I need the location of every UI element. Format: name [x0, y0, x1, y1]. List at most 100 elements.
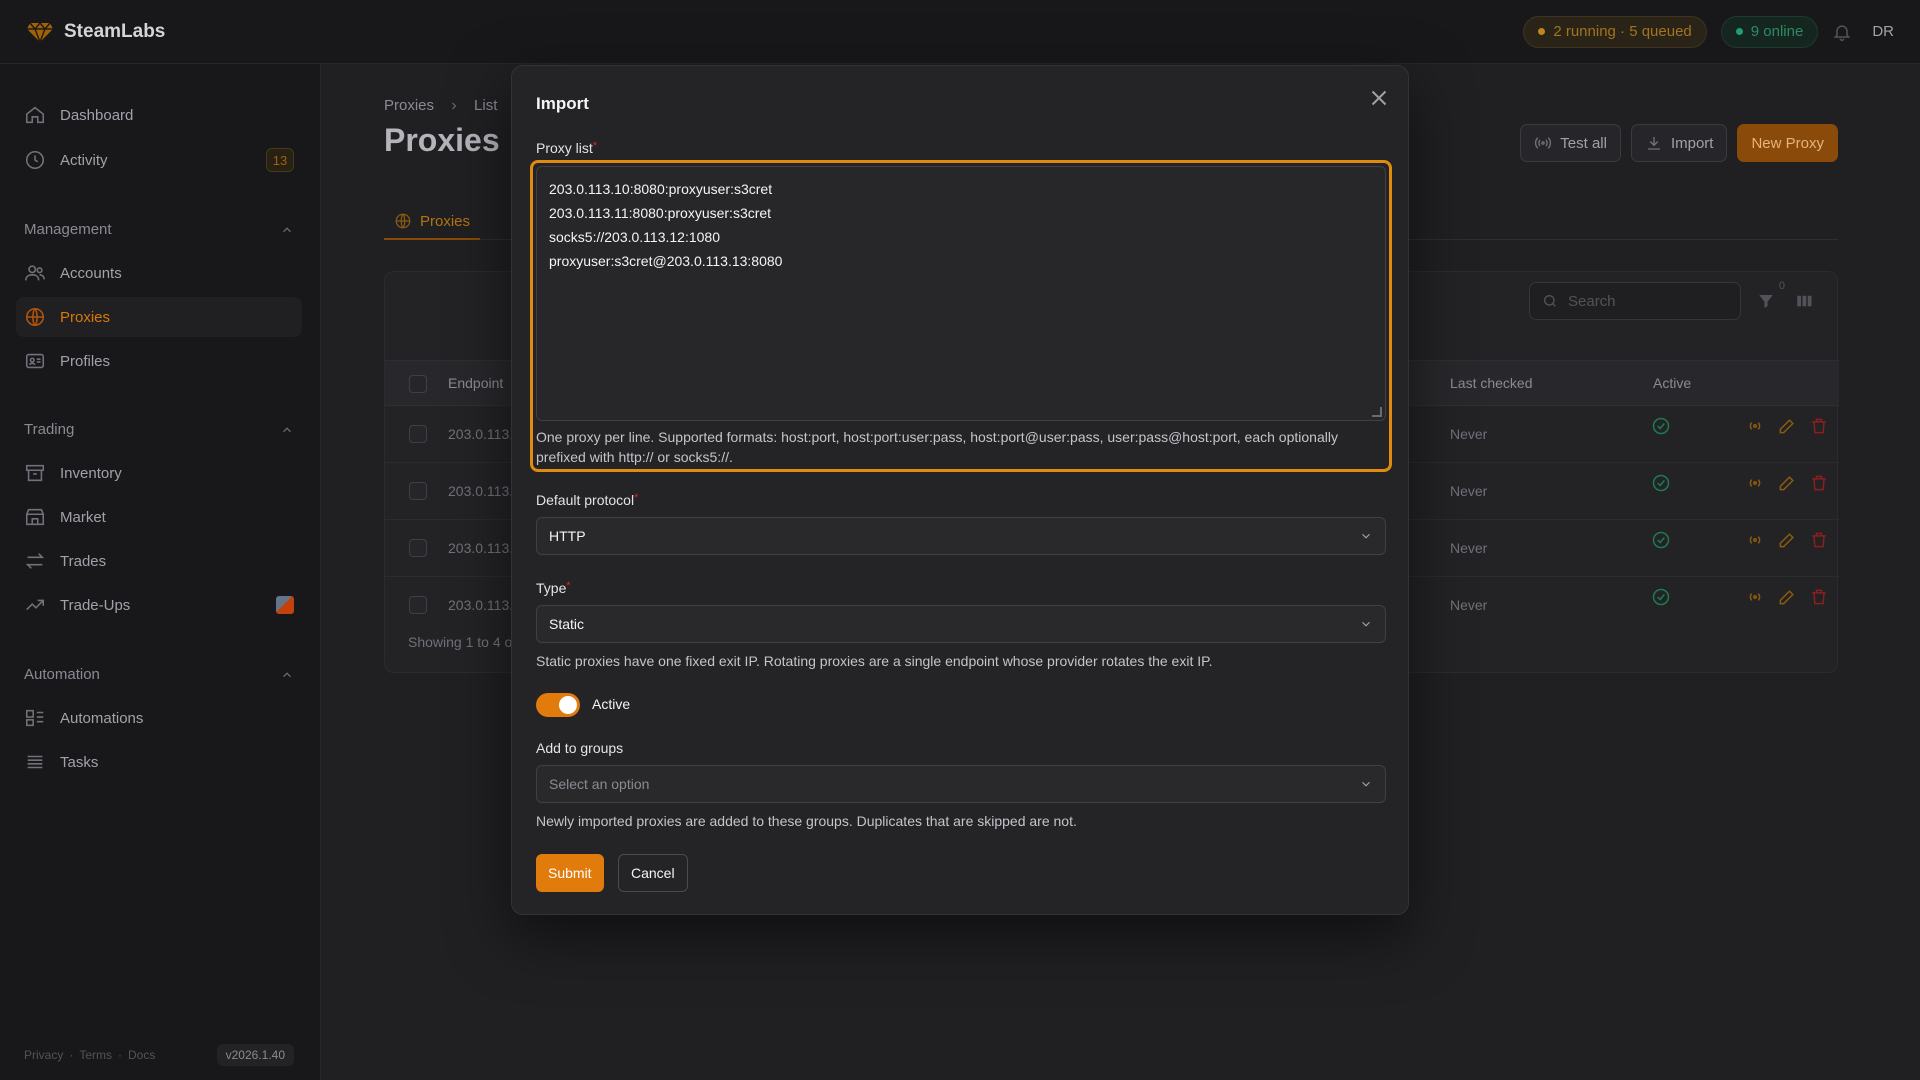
- import-button[interactable]: Import: [1630, 124, 1728, 162]
- sidebar-item-label: Proxies: [60, 308, 111, 326]
- sidebar-item-accounts[interactable]: Accounts: [16, 253, 302, 293]
- jobs-status-pill[interactable]: 2 running · 5 queued: [1523, 15, 1707, 48]
- sidebar-item-dashboard[interactable]: Dashboard: [16, 95, 302, 135]
- workflow-icon: [24, 707, 46, 729]
- edit-icon[interactable]: [1777, 416, 1797, 436]
- page-actions: Test all Import New Proxy: [1520, 124, 1838, 162]
- sidebar-item-profiles[interactable]: Profiles: [16, 341, 302, 381]
- users-icon: [24, 262, 46, 284]
- new-proxy-button[interactable]: New Proxy: [1737, 124, 1838, 162]
- test-all-button[interactable]: Test all: [1520, 124, 1621, 162]
- row-actions: [1745, 416, 1829, 436]
- cancel-button[interactable]: Cancel: [618, 854, 688, 892]
- row-last-checked: Never: [1450, 540, 1488, 556]
- proxy-list-textarea[interactable]: 203.0.113.10:8080:proxyuser:s3cret 203.0…: [536, 166, 1386, 421]
- active-check-icon: [1651, 587, 1671, 607]
- select-all-checkbox[interactable]: [409, 375, 427, 393]
- pagination-summary: Showing 1 to 4 o: [408, 634, 513, 650]
- edit-icon[interactable]: [1777, 473, 1797, 493]
- filter-icon[interactable]: [1757, 292, 1775, 310]
- row-checkbox[interactable]: [409, 539, 427, 557]
- sidebar-item-trades[interactable]: Trades: [16, 541, 302, 581]
- sidebar-item-automations[interactable]: Automations: [16, 698, 302, 738]
- active-check-icon: [1651, 530, 1671, 550]
- groups-label: Add to groups: [536, 740, 624, 756]
- protocol-value: HTTP: [549, 528, 586, 544]
- groups-placeholder: Select an option: [549, 776, 650, 792]
- privacy-link[interactable]: Privacy: [24, 1048, 63, 1062]
- tab-label: Proxies: [420, 212, 471, 230]
- clock-icon: [24, 149, 46, 171]
- proxy-line: 203.0.113.11:8080:proxyuser:s3cret: [549, 205, 772, 221]
- column-active: Active: [1653, 375, 1692, 391]
- import-modal: Import Proxy list* 203.0.113.10:8080:pro…: [511, 65, 1409, 915]
- row-checkbox[interactable]: [409, 482, 427, 500]
- page-title: Proxies: [384, 122, 500, 158]
- trash-icon[interactable]: [1809, 416, 1829, 436]
- active-toggle[interactable]: [536, 693, 580, 717]
- running-dot-icon: [1538, 28, 1546, 35]
- globe-icon: [24, 306, 46, 328]
- user-avatar[interactable]: DR: [1872, 23, 1894, 40]
- bell-icon[interactable]: [1832, 22, 1852, 42]
- breadcrumb-item[interactable]: Proxies: [384, 97, 434, 114]
- online-dot-icon: [1735, 28, 1743, 35]
- sidebar-item-trade-ups[interactable]: Trade-Ups: [16, 585, 302, 625]
- protocol-select[interactable]: HTTP: [536, 517, 1386, 555]
- active-check-icon: [1651, 416, 1671, 436]
- row-checkbox[interactable]: [409, 596, 427, 614]
- sidebar-item-label: Accounts: [60, 264, 122, 282]
- home-icon: [24, 104, 46, 126]
- brand[interactable]: SteamLabs: [26, 20, 165, 44]
- breadcrumb-item: List: [474, 97, 498, 114]
- terms-link[interactable]: Terms: [79, 1048, 112, 1062]
- type-value: Static: [549, 616, 585, 632]
- test-signal-icon[interactable]: [1745, 473, 1765, 493]
- trash-icon[interactable]: [1809, 530, 1829, 550]
- online-status-pill[interactable]: 9 online: [1720, 15, 1819, 48]
- proxy-line: proxyuser:s3cret@203.0.113.13:8080: [549, 253, 783, 269]
- required-asterisk: *: [566, 580, 571, 592]
- type-select[interactable]: Static: [536, 605, 1386, 643]
- trash-icon[interactable]: [1809, 587, 1829, 607]
- table-search[interactable]: Search: [1529, 282, 1741, 320]
- resize-handle[interactable]: [1372, 407, 1382, 417]
- group-trading-header[interactable]: Trading: [24, 421, 294, 438]
- group-management-header[interactable]: Management: [24, 221, 294, 238]
- groups-select[interactable]: Select an option: [536, 765, 1386, 803]
- sidebar-item-activity[interactable]: Activity 13: [16, 140, 302, 180]
- columns-icon[interactable]: [1795, 292, 1813, 310]
- test-signal-icon[interactable]: [1745, 416, 1765, 436]
- protocol-label: Default protocol*: [536, 492, 638, 508]
- group-automation-header[interactable]: Automation: [24, 666, 294, 683]
- row-last-checked: Never: [1450, 597, 1488, 613]
- sidebar-item-label: Profiles: [60, 352, 111, 370]
- field-label-text: Type: [536, 580, 567, 596]
- test-signal-icon[interactable]: [1745, 530, 1765, 550]
- sidebar-item-label: Automations: [60, 709, 144, 727]
- test-all-label: Test all: [1560, 134, 1607, 152]
- row-last-checked: Never: [1450, 483, 1488, 499]
- sidebar-item-inventory[interactable]: Inventory: [16, 453, 302, 493]
- row-checkbox[interactable]: [409, 425, 427, 443]
- edit-icon[interactable]: [1777, 587, 1797, 607]
- close-icon[interactable]: [1366, 85, 1392, 111]
- column-last-checked[interactable]: Last checked: [1450, 375, 1533, 391]
- test-signal-icon[interactable]: [1745, 587, 1765, 607]
- sidebar-item-market[interactable]: Market: [16, 497, 302, 537]
- edit-icon[interactable]: [1777, 530, 1797, 550]
- modal-title: Import: [536, 94, 589, 113]
- trash-icon[interactable]: [1809, 473, 1829, 493]
- docs-link[interactable]: Docs: [128, 1048, 155, 1062]
- separator: ·: [69, 1048, 74, 1062]
- id-card-icon: [24, 350, 46, 372]
- store-icon: [24, 506, 46, 528]
- required-asterisk: *: [634, 492, 639, 504]
- archive-icon: [24, 462, 46, 484]
- column-endpoint[interactable]: Endpoint: [448, 375, 503, 391]
- tab-proxies[interactable]: Proxies: [384, 204, 481, 240]
- sidebar-item-proxies[interactable]: Proxies: [16, 297, 302, 337]
- sidebar-item-label: Tasks: [60, 753, 99, 771]
- submit-button[interactable]: Submit: [536, 854, 604, 892]
- sidebar-item-tasks[interactable]: Tasks: [16, 742, 302, 782]
